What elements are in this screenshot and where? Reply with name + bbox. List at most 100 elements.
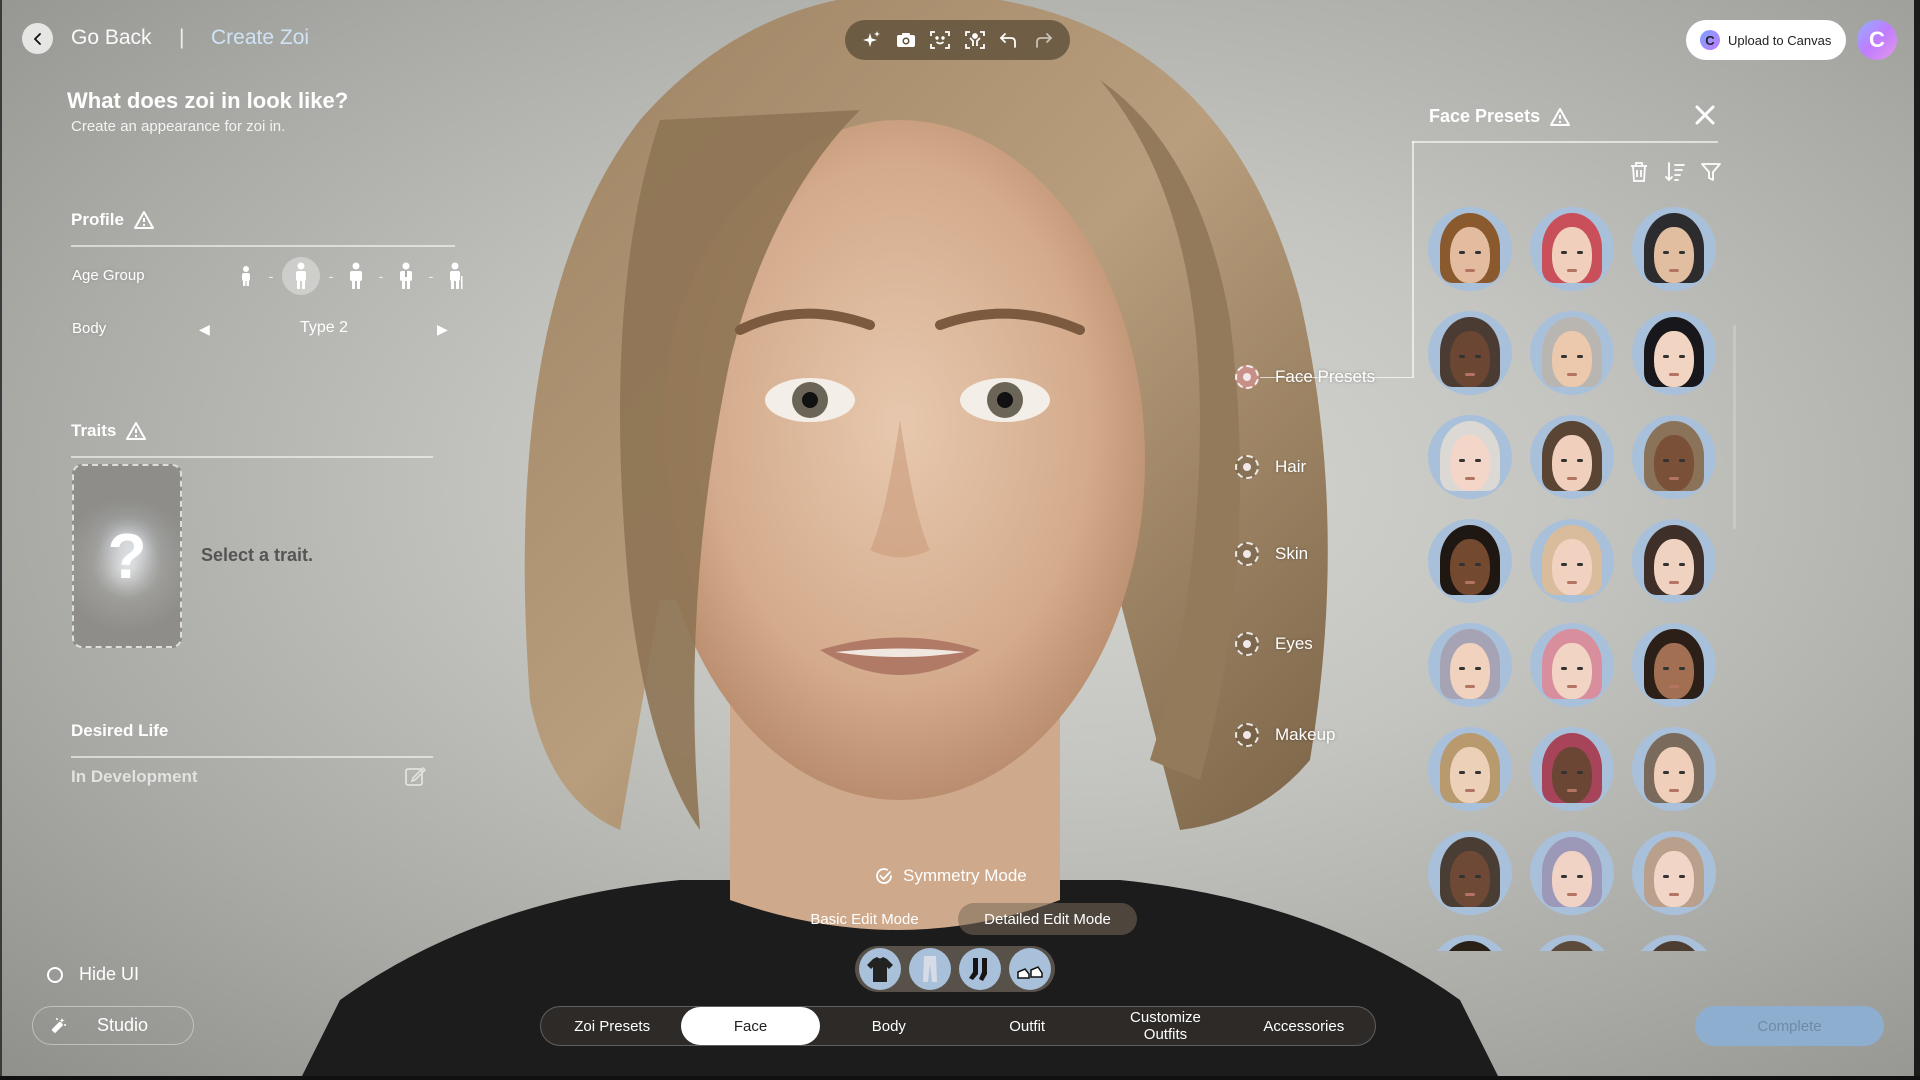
face-preset-item[interactable] xyxy=(1530,623,1614,707)
breadcrumb-current: Create Zoi xyxy=(211,26,310,49)
preset-lips xyxy=(1465,685,1475,688)
redo-icon[interactable] xyxy=(1030,27,1056,53)
preset-eye xyxy=(1577,563,1583,566)
warning-icon[interactable] xyxy=(133,211,154,229)
detailed-edit-mode-button[interactable]: Detailed Edit Mode xyxy=(958,903,1137,935)
face-preset-item[interactable] xyxy=(1530,519,1614,603)
face-presets-header: Face Presets xyxy=(1429,106,1571,127)
age-adult-icon[interactable] xyxy=(392,258,420,294)
tab-customize-outfits[interactable]: Customize Outfits xyxy=(1096,1007,1234,1045)
hotspot-eyes[interactable]: Eyes xyxy=(1235,632,1313,656)
canvas-app-icon[interactable]: C xyxy=(1857,20,1897,60)
hotspot-ring-icon xyxy=(1235,455,1259,479)
preset-lips xyxy=(1465,373,1475,376)
preset-face xyxy=(1552,747,1592,803)
face-preset-item[interactable] xyxy=(1632,831,1716,915)
jeans-thumbnail[interactable] xyxy=(909,948,951,990)
socks-thumbnail[interactable] xyxy=(959,948,1001,990)
preset-lips xyxy=(1567,893,1577,896)
face-preset-item[interactable] xyxy=(1632,519,1716,603)
warning-icon[interactable] xyxy=(1550,107,1571,126)
sort-icon[interactable] xyxy=(1664,161,1686,183)
hotspot-label: Face Presets xyxy=(1275,367,1376,386)
face-preset-item[interactable] xyxy=(1428,727,1512,811)
complete-button[interactable]: Complete xyxy=(1695,1006,1884,1046)
face-preset-item[interactable] xyxy=(1632,207,1716,291)
breadcrumb-separator: | xyxy=(179,26,185,49)
outfit-thumbnails xyxy=(855,946,1055,992)
back-button[interactable] xyxy=(22,23,53,54)
preset-eye xyxy=(1577,355,1583,358)
body-type-value: Type 2 xyxy=(300,319,349,336)
face-preset-item[interactable] xyxy=(1632,727,1716,811)
tab-body[interactable]: Body xyxy=(820,1007,958,1045)
face-preset-item[interactable] xyxy=(1428,831,1512,915)
tab-zoi-presets[interactable]: Zoi Presets xyxy=(543,1007,681,1045)
face-preset-item[interactable] xyxy=(1530,311,1614,395)
tab-face[interactable]: Face xyxy=(681,1007,820,1045)
face-preset-item[interactable] xyxy=(1428,311,1512,395)
hotspot-hair[interactable]: Hair xyxy=(1235,455,1306,479)
upload-to-canvas-button[interactable]: C Upload to Canvas xyxy=(1686,20,1846,60)
face-preset-item[interactable] xyxy=(1428,519,1512,603)
face-preset-item[interactable] xyxy=(1632,311,1716,395)
age-child-icon[interactable] xyxy=(232,258,260,294)
face-preset-item[interactable] xyxy=(1530,415,1614,499)
face-preset-item[interactable] xyxy=(1428,623,1512,707)
preset-eye xyxy=(1577,771,1583,774)
body-scan-icon[interactable] xyxy=(962,27,988,53)
age-elder-icon[interactable] xyxy=(442,258,470,294)
face-scan-icon[interactable] xyxy=(927,27,953,53)
face-preset-grid[interactable] xyxy=(1428,207,1728,951)
age-dash: - xyxy=(328,268,334,284)
preset-lips xyxy=(1465,893,1475,896)
basic-edit-mode-button[interactable]: Basic Edit Mode xyxy=(785,903,944,935)
age-group-label: Age Group xyxy=(72,267,145,284)
desired-life-status: In Development xyxy=(71,767,198,786)
preset-face xyxy=(1450,539,1490,595)
hide-ui-toggle[interactable]: Hide UI xyxy=(47,964,139,985)
face-preset-item[interactable] xyxy=(1632,623,1716,707)
tab-accessories[interactable]: Accessories xyxy=(1235,1007,1373,1045)
symmetry-mode-toggle[interactable]: Symmetry Mode xyxy=(875,866,1027,886)
undo-icon[interactable] xyxy=(996,27,1022,53)
trash-icon[interactable] xyxy=(1628,161,1650,183)
preset-eye xyxy=(1663,563,1669,566)
sneakers-thumbnail[interactable] xyxy=(1009,948,1051,990)
age-teen-icon[interactable] xyxy=(282,257,320,295)
filter-icon[interactable] xyxy=(1700,161,1722,183)
tab-outfit[interactable]: Outfit xyxy=(958,1007,1096,1045)
body-next-arrow-icon[interactable]: ▶ xyxy=(437,321,448,338)
go-back-link[interactable]: Go Back xyxy=(71,26,152,50)
preset-eye xyxy=(1459,771,1465,774)
desired-life-divider xyxy=(71,756,433,758)
hotspot-makeup[interactable]: Makeup xyxy=(1235,723,1335,747)
face-preset-item[interactable] xyxy=(1530,727,1614,811)
socks-icon xyxy=(969,958,987,981)
close-icon[interactable] xyxy=(1694,104,1716,126)
face-preset-item[interactable] xyxy=(1530,207,1614,291)
hotspot-skin[interactable]: Skin xyxy=(1235,542,1308,566)
face-preset-item[interactable] xyxy=(1632,415,1716,499)
body-prev-arrow-icon[interactable]: ◀ xyxy=(199,321,210,338)
face-preset-item[interactable] xyxy=(1530,935,1614,951)
preset-scrollbar[interactable] xyxy=(1733,325,1736,529)
sparkle-icon[interactable] xyxy=(859,27,885,53)
warning-icon[interactable] xyxy=(126,422,147,440)
age-young-adult-icon[interactable] xyxy=(342,258,370,294)
t-shirt-thumbnail[interactable] xyxy=(859,948,901,990)
trait-slot[interactable]: ? xyxy=(72,464,182,648)
face-preset-item[interactable] xyxy=(1428,935,1512,951)
magic-wand-icon xyxy=(51,1017,66,1033)
face-preset-item[interactable] xyxy=(1632,935,1716,951)
edit-icon[interactable] xyxy=(404,765,426,787)
camera-icon[interactable] xyxy=(893,27,919,53)
face-preset-item[interactable] xyxy=(1428,415,1512,499)
studio-button[interactable]: Studio xyxy=(32,1006,194,1045)
age-group-selector[interactable]: - - - - xyxy=(232,257,470,295)
face-preset-item[interactable] xyxy=(1530,831,1614,915)
preset-face xyxy=(1450,747,1490,803)
face-preset-item[interactable] xyxy=(1428,207,1512,291)
hotspot-face-presets[interactable]: Face Presets xyxy=(1235,365,1375,389)
preset-eye xyxy=(1459,875,1465,878)
